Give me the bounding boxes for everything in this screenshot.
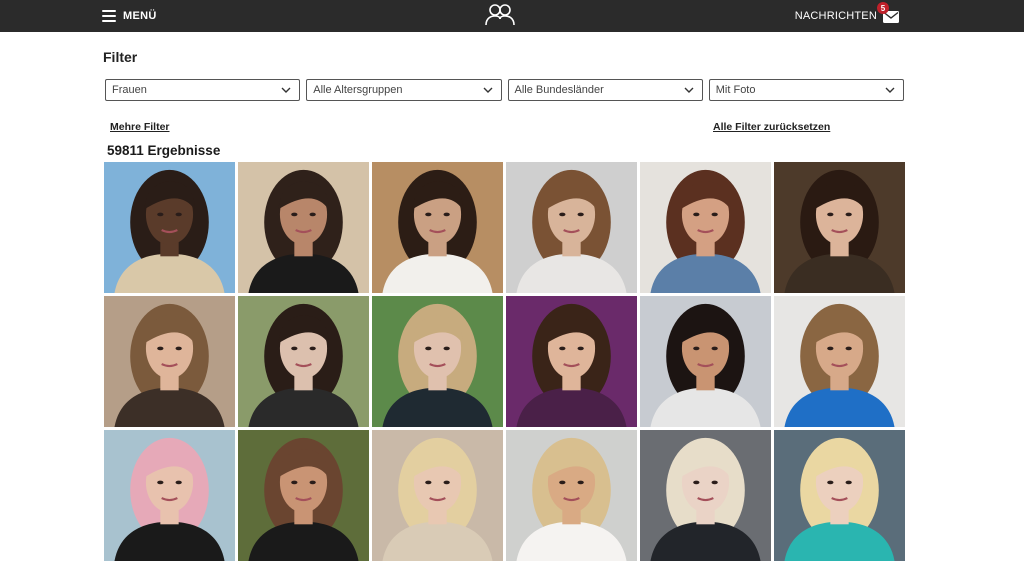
top-navigation-bar: MENÜ NACHRICHTEN 5 bbox=[0, 0, 1024, 32]
profile-photo[interactable] bbox=[372, 430, 503, 561]
messages-label: NACHRICHTEN bbox=[794, 10, 877, 22]
photo-select-value: Mit Foto bbox=[715, 84, 756, 96]
more-filters-link[interactable]: Mehre Filter bbox=[110, 121, 170, 133]
profile-photo[interactable] bbox=[640, 296, 771, 427]
envelope-icon: 5 bbox=[877, 2, 899, 23]
chevron-down-icon bbox=[483, 87, 492, 93]
profile-photo[interactable] bbox=[774, 162, 905, 293]
messages-count-badge: 5 bbox=[877, 2, 889, 14]
profile-photo-grid bbox=[104, 162, 905, 561]
chevron-down-icon bbox=[684, 87, 694, 93]
messages-button[interactable]: NACHRICHTEN 5 bbox=[794, 2, 899, 24]
filter-bar: Frauen Alle Altersgruppen Alle Bundeslän… bbox=[105, 79, 904, 101]
profile-photo[interactable] bbox=[640, 430, 771, 561]
profile-photo[interactable] bbox=[372, 296, 503, 427]
profile-photo[interactable] bbox=[238, 296, 369, 427]
profile-photo[interactable] bbox=[104, 430, 235, 561]
gender-select[interactable]: Frauen bbox=[105, 79, 301, 101]
profile-photo[interactable] bbox=[774, 430, 905, 561]
profile-photo[interactable] bbox=[506, 296, 637, 427]
filter-title: Filter bbox=[103, 49, 138, 65]
reset-filters-link[interactable]: Alle Filter zurücksetzen bbox=[713, 121, 830, 133]
profile-photo[interactable] bbox=[506, 162, 637, 293]
profile-photo[interactable] bbox=[640, 162, 771, 293]
profile-photo[interactable] bbox=[104, 162, 235, 293]
gender-select-value: Frauen bbox=[112, 84, 147, 96]
profile-photo[interactable] bbox=[238, 430, 369, 561]
hamburger-icon bbox=[102, 10, 116, 22]
state-select-value: Alle Bundesländer bbox=[514, 84, 604, 96]
profile-photo[interactable] bbox=[104, 296, 235, 427]
profile-photo[interactable] bbox=[238, 162, 369, 293]
chevron-down-icon bbox=[885, 87, 895, 93]
menu-button[interactable]: MENÜ bbox=[102, 8, 157, 24]
profile-photo[interactable] bbox=[372, 162, 503, 293]
results-count: 59811 Ergebnisse bbox=[107, 143, 221, 158]
profile-photo[interactable] bbox=[774, 296, 905, 427]
menu-label: MENÜ bbox=[123, 10, 157, 22]
couple-icon[interactable] bbox=[484, 3, 516, 27]
photo-select[interactable]: Mit Foto bbox=[708, 79, 904, 101]
age-group-select[interactable]: Alle Altersgruppen bbox=[306, 79, 502, 101]
chevron-down-icon bbox=[281, 87, 291, 93]
age-group-select-value: Alle Altersgruppen bbox=[313, 84, 403, 96]
profile-photo[interactable] bbox=[506, 430, 637, 561]
state-select[interactable]: Alle Bundesländer bbox=[507, 79, 703, 101]
